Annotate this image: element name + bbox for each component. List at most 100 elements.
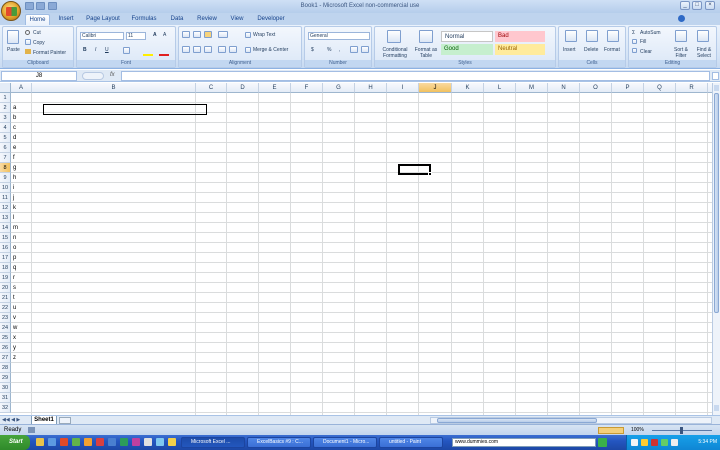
delete-button[interactable]: Delete bbox=[584, 47, 598, 53]
column-header-d[interactable]: D bbox=[227, 83, 259, 93]
cell-a8[interactable]: g bbox=[11, 163, 32, 173]
formula-input[interactable] bbox=[121, 71, 710, 81]
quick-launch-icon[interactable] bbox=[144, 438, 152, 446]
row-header-32[interactable]: 32 bbox=[0, 403, 11, 413]
quick-launch-icon[interactable] bbox=[84, 438, 92, 446]
row-header-8[interactable]: 8 bbox=[0, 163, 11, 173]
quick-launch-icon[interactable] bbox=[60, 438, 68, 446]
currency-button[interactable]: $ bbox=[311, 47, 314, 53]
row-header-19[interactable]: 19 bbox=[0, 273, 11, 283]
paste-button[interactable]: Paste bbox=[7, 47, 20, 53]
column-header-p[interactable]: P bbox=[612, 83, 644, 93]
tab-developer[interactable]: Developer bbox=[254, 14, 288, 25]
vertical-scroll-thumb[interactable] bbox=[714, 93, 719, 313]
row-header-1[interactable]: 1 bbox=[0, 93, 11, 103]
tab-home[interactable]: Home bbox=[25, 14, 50, 25]
macro-record-icon[interactable] bbox=[28, 427, 35, 433]
column-header-q[interactable]: Q bbox=[644, 83, 676, 93]
horizontal-scrollbar[interactable] bbox=[430, 417, 712, 424]
row-header-12[interactable]: 12 bbox=[0, 203, 11, 213]
tray-icon[interactable] bbox=[661, 439, 668, 446]
close-button[interactable]: × bbox=[705, 1, 715, 10]
cell-a24[interactable]: w bbox=[11, 323, 32, 333]
scroll-down-icon[interactable] bbox=[714, 405, 719, 411]
cell-a25[interactable]: x bbox=[11, 333, 32, 343]
taskbar-paint[interactable]: untitled - Paint bbox=[379, 437, 443, 448]
row-header-23[interactable]: 23 bbox=[0, 313, 11, 323]
cell-a15[interactable]: n bbox=[11, 233, 32, 243]
paste-icon[interactable] bbox=[7, 30, 19, 44]
shrink-font-icon[interactable]: A bbox=[163, 32, 166, 38]
tray-icon[interactable] bbox=[651, 439, 658, 446]
vertical-scrollbar[interactable] bbox=[712, 83, 720, 415]
rectangle-shape[interactable] bbox=[43, 104, 207, 115]
row-header-25[interactable]: 25 bbox=[0, 333, 11, 343]
decrease-decimal-icon[interactable] bbox=[361, 46, 369, 53]
office-button[interactable] bbox=[1, 1, 21, 21]
comma-button[interactable]: , bbox=[339, 47, 340, 53]
increase-indent-icon[interactable] bbox=[229, 46, 237, 53]
start-button[interactable]: Start bbox=[0, 435, 30, 450]
row-header-26[interactable]: 26 bbox=[0, 343, 11, 353]
column-header-k[interactable]: K bbox=[452, 83, 484, 93]
taskbar-excel[interactable]: Microsoft Excel ... bbox=[181, 437, 245, 448]
tray-icon[interactable] bbox=[671, 439, 678, 446]
column-header-h[interactable]: H bbox=[355, 83, 387, 93]
cell-a14[interactable]: m bbox=[11, 223, 32, 233]
cell-a10[interactable]: i bbox=[11, 183, 32, 193]
quick-launch-icon[interactable] bbox=[156, 438, 164, 446]
cell-a26[interactable]: y bbox=[11, 343, 32, 353]
column-header-c[interactable]: C bbox=[196, 83, 227, 93]
tab-review[interactable]: Review bbox=[194, 14, 220, 25]
maximize-button[interactable]: □ bbox=[692, 1, 702, 10]
style-normal[interactable]: Normal bbox=[441, 31, 493, 42]
style-good[interactable]: Good bbox=[441, 44, 493, 55]
worksheet-grid[interactable]: ABCDEFGHIJKLMNOPQRS 12345678910111213141… bbox=[0, 83, 720, 415]
cell-a11[interactable]: j bbox=[11, 193, 32, 203]
autosum-button[interactable]: AutoSum bbox=[640, 30, 661, 36]
quick-launch-icon[interactable] bbox=[72, 438, 80, 446]
quick-launch-icon[interactable] bbox=[36, 438, 44, 446]
orientation-icon[interactable] bbox=[218, 31, 228, 38]
zoom-slider-thumb[interactable] bbox=[680, 427, 683, 434]
wrap-text-button[interactable]: Wrap Text bbox=[253, 32, 275, 38]
row-header-2[interactable]: 2 bbox=[0, 103, 11, 113]
quick-launch-icon[interactable] bbox=[48, 438, 56, 446]
quick-launch-icon[interactable] bbox=[168, 438, 176, 446]
page-view-buttons[interactable] bbox=[598, 427, 624, 434]
align-left-icon[interactable] bbox=[182, 46, 190, 53]
tab-formulas[interactable]: Formulas bbox=[128, 14, 160, 25]
row-header-18[interactable]: 18 bbox=[0, 263, 11, 273]
column-header-j[interactable]: J bbox=[419, 83, 452, 93]
select-all-button[interactable] bbox=[0, 83, 11, 93]
align-top-icon[interactable] bbox=[182, 31, 190, 38]
column-header-e[interactable]: E bbox=[259, 83, 291, 93]
cell-a18[interactable]: q bbox=[11, 263, 32, 273]
cell-a20[interactable]: s bbox=[11, 283, 32, 293]
cell-a4[interactable]: c bbox=[11, 123, 32, 133]
cell-a13[interactable]: l bbox=[11, 213, 32, 223]
column-header-b[interactable]: B bbox=[32, 83, 196, 93]
row-header-9[interactable]: 9 bbox=[0, 173, 11, 183]
borders-icon[interactable] bbox=[123, 47, 130, 54]
column-header-m[interactable]: M bbox=[516, 83, 548, 93]
bold-button[interactable]: B bbox=[83, 47, 87, 53]
underline-button[interactable]: U bbox=[105, 47, 109, 53]
cell-a22[interactable]: u bbox=[11, 303, 32, 313]
minimize-button[interactable]: _ bbox=[680, 1, 690, 10]
row-header-11[interactable]: 11 bbox=[0, 193, 11, 203]
row-header-17[interactable]: 17 bbox=[0, 253, 11, 263]
row-header-3[interactable]: 3 bbox=[0, 113, 11, 123]
column-header-n[interactable]: N bbox=[548, 83, 580, 93]
formula-cancel-enter-buttons[interactable] bbox=[82, 72, 104, 80]
align-right-icon[interactable] bbox=[204, 46, 212, 53]
tab-page-layout[interactable]: Page Layout bbox=[84, 14, 122, 25]
number-format-select[interactable]: General bbox=[308, 32, 370, 40]
row-header-15[interactable]: 15 bbox=[0, 233, 11, 243]
style-bad[interactable]: Bad bbox=[495, 31, 545, 42]
cell-a6[interactable]: e bbox=[11, 143, 32, 153]
tab-insert[interactable]: Insert bbox=[54, 14, 78, 25]
column-header-l[interactable]: L bbox=[484, 83, 516, 93]
align-center-icon[interactable] bbox=[193, 46, 201, 53]
cell-a16[interactable]: o bbox=[11, 243, 32, 253]
